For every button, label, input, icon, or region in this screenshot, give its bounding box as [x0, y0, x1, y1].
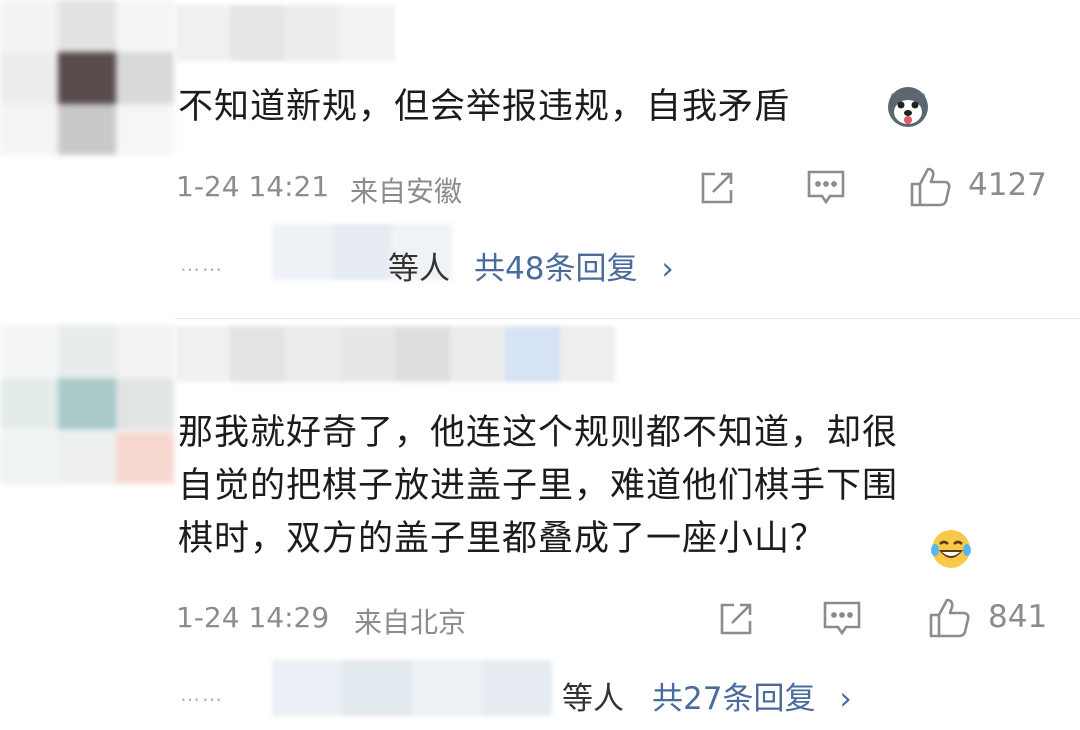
comment-text: 那我就好奇了，他连这个规则都不知道，却很 自觉的把棋子放进盖子里，难道他们棋手下…: [178, 410, 898, 569]
chevron-right-icon: ›: [661, 251, 674, 287]
laughing-tears-emoji: [930, 528, 972, 574]
avatar[interactable]: [0, 0, 175, 155]
like-icon[interactable]: [908, 165, 952, 213]
comment-icon[interactable]: [806, 169, 846, 211]
reply-others: 等人: [562, 681, 624, 717]
comment-text-line: 不知道新规，但会举报违规，自我矛盾: [178, 87, 791, 127]
reply-dots: ……: [180, 252, 224, 276]
reply-others: 等人: [388, 251, 450, 287]
reply-users-blurred[interactable]: [272, 660, 552, 716]
husky-emoji: [886, 85, 930, 133]
chevron-right-icon: ›: [839, 681, 852, 717]
view-replies-link[interactable]: 共48条回复 ›: [474, 243, 674, 288]
comment-text: 不知道新规，但会举报违规，自我矛盾: [178, 84, 790, 131]
view-replies-link[interactable]: 共27条回复 ›: [652, 673, 852, 718]
comment-text-line: 那我就好奇了，他连这个规则都不知道，却很: [178, 413, 899, 453]
username-blurred[interactable]: [175, 326, 615, 382]
comment-icon[interactable]: [822, 600, 862, 642]
comment-text-line: 棋时，双方的盖子里都叠成了一座小山？: [178, 519, 827, 559]
comment-location: 来自安徽: [350, 175, 463, 208]
reply-count: 共48条回复: [474, 251, 638, 287]
like-count: 841: [988, 599, 1048, 635]
avatar[interactable]: [0, 325, 175, 485]
comment-date: 1-24 14:21: [176, 170, 330, 203]
share-icon[interactable]: [716, 599, 756, 643]
like-icon[interactable]: [927, 596, 971, 644]
comment-text-line: 自觉的把棋子放进盖子里，难道他们棋手下围: [178, 466, 899, 506]
username-blurred[interactable]: [175, 5, 395, 61]
comment-date: 1-24 14:29: [176, 601, 330, 634]
like-count: 4127: [968, 167, 1047, 203]
reply-dots: ……: [180, 682, 224, 706]
comment-location: 来自北京: [354, 606, 467, 639]
share-icon[interactable]: [697, 168, 737, 212]
reply-count: 共27条回复: [652, 681, 816, 717]
divider: [175, 318, 1080, 319]
